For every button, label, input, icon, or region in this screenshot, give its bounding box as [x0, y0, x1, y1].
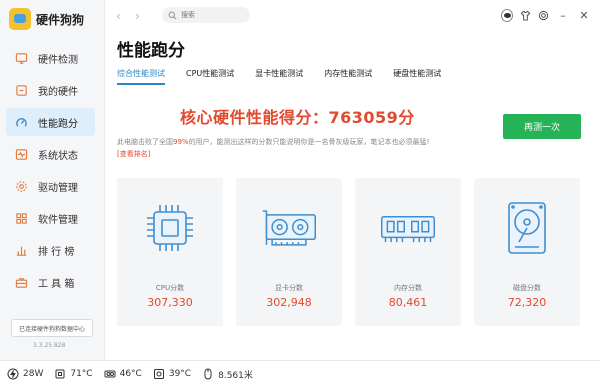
cpu-temp-icon [55, 369, 65, 379]
monitor-check-icon [15, 52, 28, 65]
search-icon [168, 11, 177, 19]
power-value: 28W [23, 369, 44, 379]
page-title: 性能跑分 [117, 41, 185, 61]
sidebar-item-label: 系统状态 [38, 150, 78, 162]
close-icon[interactable]: ✕ [578, 9, 590, 22]
hard-disk-icon [508, 202, 546, 254]
app-title: 硬件狗狗 [36, 12, 85, 27]
sidebar-item-benchmark[interactable]: 性能跑分 [6, 108, 95, 136]
gpu-temp-stat: 46°C [104, 368, 142, 380]
disk-score-label: 磁盘分数 [513, 284, 541, 292]
memory-score-value: 80,461 [388, 296, 428, 309]
mouse-distance-stat: 8.561米 [202, 368, 253, 381]
desc-prefix: 此电脑击败了全国 [117, 138, 173, 146]
retest-button[interactable]: 再测一次 [503, 114, 581, 139]
cpu-chip-icon [147, 205, 193, 251]
cpu-score-value: 307,330 [147, 296, 193, 309]
total-score-headline: 核心硬件性能得分：763059分 [180, 108, 415, 127]
board-temp-icon [153, 369, 164, 379]
speed-gauge-icon [15, 116, 28, 129]
sidebar-item-label: 工 具 箱 [38, 278, 75, 290]
gpu-temp-icon [104, 370, 116, 378]
search-input[interactable] [181, 11, 241, 19]
sidebar-item-label: 软件管理 [38, 214, 78, 226]
disk-score-value: 72,320 [507, 296, 547, 309]
tab-disk-test[interactable]: 硬盘性能测试 [393, 68, 441, 85]
mouse-distance-icon [204, 368, 212, 380]
data-center-link[interactable]: 已连接硬件狗狗数据中心 [11, 319, 93, 337]
board-temp-stat: 39°C [153, 368, 191, 380]
beat-percent: 99% [173, 138, 189, 146]
back-arrow-icon[interactable]: ‹ [116, 9, 121, 23]
gpu-score-label: 显卡分数 [275, 284, 303, 292]
sidebar-item-drivers[interactable]: 驱动管理 [6, 172, 95, 200]
desc-suffix: 的用户，能测出这样的分数只能说明你是一名骨灰级玩家，笔记本也必须最猛! [188, 138, 430, 146]
sidebar-item-my-hardware[interactable]: 我的硬件 [6, 76, 95, 104]
sidebar-item-toolbox[interactable]: 工 具 箱 [6, 268, 95, 296]
tab-overall-test[interactable]: 综合性能测试 [117, 68, 165, 85]
gpu-score-value: 302,948 [266, 296, 312, 309]
view-ranking-link[interactable]: [查看排名] [117, 149, 150, 159]
topbar: ‹ › – ✕ [105, 0, 600, 32]
sidebar-item-system-status[interactable]: 系统状态 [6, 140, 95, 168]
sidebar-nav: 硬件检测 我的硬件 性能跑分 系统状态 驱动管理 软件管理 排 行 榜 工 具 [6, 44, 95, 300]
gpu-temp-value: 46°C [119, 369, 142, 379]
sidebar-item-software[interactable]: 软件管理 [6, 204, 95, 232]
graphics-card-icon [262, 210, 316, 246]
memory-stick-icon [381, 216, 435, 243]
gear-icon [15, 180, 28, 193]
app-logo: 硬件狗狗 [9, 8, 84, 30]
toolbox-icon [15, 276, 28, 289]
sidebar-item-label: 排 行 榜 [38, 246, 75, 258]
sidebar-item-label: 我的硬件 [38, 86, 78, 98]
cpu-score-label: CPU分数 [155, 284, 185, 292]
app-version: 3.3.25.828 [33, 342, 66, 349]
app-grid-icon [15, 212, 28, 225]
shirt-skin-icon[interactable] [519, 9, 531, 21]
board-temp-value: 39°C [168, 369, 192, 379]
sidebar: 硬件狗狗 硬件检测 我的硬件 性能跑分 系统状态 驱动管理 软件管理 排 行 榜… [0, 0, 105, 360]
sidebar-item-label: 驱动管理 [38, 182, 78, 194]
sidebar-item-ranking[interactable]: 排 行 榜 [6, 236, 95, 264]
power-plug-icon [7, 368, 19, 380]
ranking-chart-icon [15, 244, 28, 257]
settings-icon[interactable] [537, 9, 549, 21]
user-avatar-icon[interactable] [501, 8, 513, 22]
tab-gpu-test[interactable]: 显卡性能测试 [255, 68, 303, 85]
forward-arrow-icon[interactable]: › [135, 9, 140, 23]
dog-logo-icon [9, 8, 31, 30]
sidebar-item-label: 性能跑分 [38, 118, 78, 130]
tab-cpu-test[interactable]: CPU性能测试 [186, 68, 234, 85]
search-box[interactable] [162, 7, 250, 23]
memory-score-label: 内存分数 [394, 284, 422, 292]
status-bar: 28W 71°C 46°C 39°C 8.561米 [0, 360, 600, 387]
minimize-icon[interactable]: – [557, 9, 569, 22]
power-stat: 28W [7, 368, 43, 380]
heartbeat-icon [15, 148, 28, 161]
sidebar-item-hardware-check[interactable]: 硬件检测 [6, 44, 95, 72]
cpu-temp-value: 71°C [70, 369, 93, 379]
score-description: 此电脑击败了全国99%的用户，能测出这样的分数只能说明你是一名骨灰级玩家，笔记本… [117, 137, 429, 147]
sidebar-item-label: 硬件检测 [38, 54, 78, 66]
hardware-box-icon [15, 84, 28, 97]
benchmark-tabs: 综合性能测试 CPU性能测试 显卡性能测试 内存性能测试 硬盘性能测试 [117, 68, 462, 85]
cpu-temp-stat: 71°C [54, 368, 93, 380]
tab-memory-test[interactable]: 内存性能测试 [324, 68, 372, 85]
mouse-distance-value: 8.561米 [218, 370, 253, 381]
